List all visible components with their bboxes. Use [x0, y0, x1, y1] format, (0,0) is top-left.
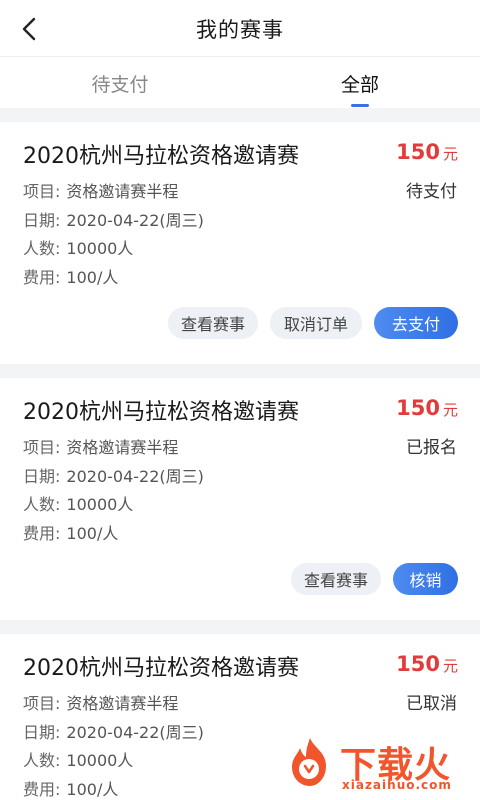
price-amount: 150 [396, 652, 440, 676]
date-row: 日期: 2020-04-22(周三) [23, 463, 204, 487]
people-label: 人数: [23, 751, 61, 770]
status-badge: 已报名 [406, 438, 457, 458]
event-title: 2020杭州马拉松资格邀请赛 [23, 656, 299, 681]
project-value: 资格邀请赛半程 [66, 182, 179, 201]
fee-value: 100/人 [66, 780, 119, 799]
status-badge: 待支付 [406, 182, 457, 202]
project-label: 项目: [23, 694, 61, 713]
date-label: 日期: [23, 467, 61, 486]
people-value: 10000人 [66, 495, 134, 514]
pay-button[interactable]: 去支付 [374, 307, 458, 339]
event-card[interactable]: 2020杭州马拉松资格邀请赛 150 元 已报名 项目: 资格邀请赛半程 日期: 2… [0, 378, 480, 620]
project-value: 资格邀请赛半程 [66, 694, 179, 713]
people-row: 人数: 10000人 [23, 491, 133, 515]
fee-label: 费用: [23, 780, 61, 799]
project-label: 项目: [23, 182, 61, 201]
watermark-domain: xiazaihuo.com [342, 778, 452, 792]
status-badge: 已取消 [406, 694, 457, 714]
active-tab-indicator [351, 104, 369, 107]
price-unit: 元 [442, 401, 458, 419]
fee-row: 费用: 100/人 [23, 520, 118, 544]
tab-bar: 待支付 全部 [0, 56, 480, 108]
event-price: 150 元 [396, 652, 458, 676]
event-price: 150 元 [396, 140, 458, 164]
fee-value: 100/人 [66, 268, 119, 287]
date-row: 日期: 2020-04-22(周三) [23, 719, 204, 743]
app-header: 我的赛事 [0, 0, 480, 56]
tab-all[interactable]: 全部 [300, 70, 420, 97]
fee-row: 费用: 100/人 [23, 264, 118, 288]
view-event-button[interactable]: 查看赛事 [168, 307, 258, 339]
date-value: 2020-04-22(周三) [66, 467, 204, 486]
event-title: 2020杭州马拉松资格邀请赛 [23, 144, 299, 169]
people-row: 人数: 10000人 [23, 235, 133, 259]
tab-pending-payment[interactable]: 待支付 [60, 70, 180, 97]
project-row: 项目: 资格邀请赛半程 [23, 178, 178, 202]
price-amount: 150 [396, 140, 440, 164]
project-value: 资格邀请赛半程 [66, 438, 179, 457]
event-card[interactable]: 2020杭州马拉松资格邀请赛 150 元 待支付 项目: 资格邀请赛半程 日期: 2… [0, 122, 480, 364]
people-label: 人数: [23, 239, 61, 258]
fee-label: 费用: [23, 524, 61, 543]
date-label: 日期: [23, 211, 61, 230]
event-price: 150 元 [396, 396, 458, 420]
project-label: 项目: [23, 438, 61, 457]
watermark-logo: 下载火 xiazaihuo.com [284, 736, 474, 796]
date-row: 日期: 2020-04-22(周三) [23, 207, 204, 231]
fee-label: 费用: [23, 268, 61, 287]
price-amount: 150 [396, 396, 440, 420]
fee-value: 100/人 [66, 524, 119, 543]
fee-row: 费用: 100/人 [23, 776, 118, 800]
price-unit: 元 [442, 145, 458, 163]
verify-button[interactable]: 核销 [393, 563, 458, 595]
people-value: 10000人 [66, 751, 134, 770]
flame-icon [292, 738, 326, 786]
people-value: 10000人 [66, 239, 134, 258]
page-title: 我的赛事 [196, 18, 284, 42]
view-event-button[interactable]: 查看赛事 [291, 563, 381, 595]
cancel-order-button[interactable]: 取消订单 [270, 307, 362, 339]
price-unit: 元 [442, 657, 458, 675]
date-value: 2020-04-22(周三) [66, 211, 204, 230]
project-row: 项目: 资格邀请赛半程 [23, 434, 178, 458]
event-title: 2020杭州马拉松资格邀请赛 [23, 400, 299, 425]
people-row: 人数: 10000人 [23, 747, 133, 771]
date-label: 日期: [23, 723, 61, 742]
date-value: 2020-04-22(周三) [66, 723, 204, 742]
project-row: 项目: 资格邀请赛半程 [23, 690, 178, 714]
people-label: 人数: [23, 495, 61, 514]
